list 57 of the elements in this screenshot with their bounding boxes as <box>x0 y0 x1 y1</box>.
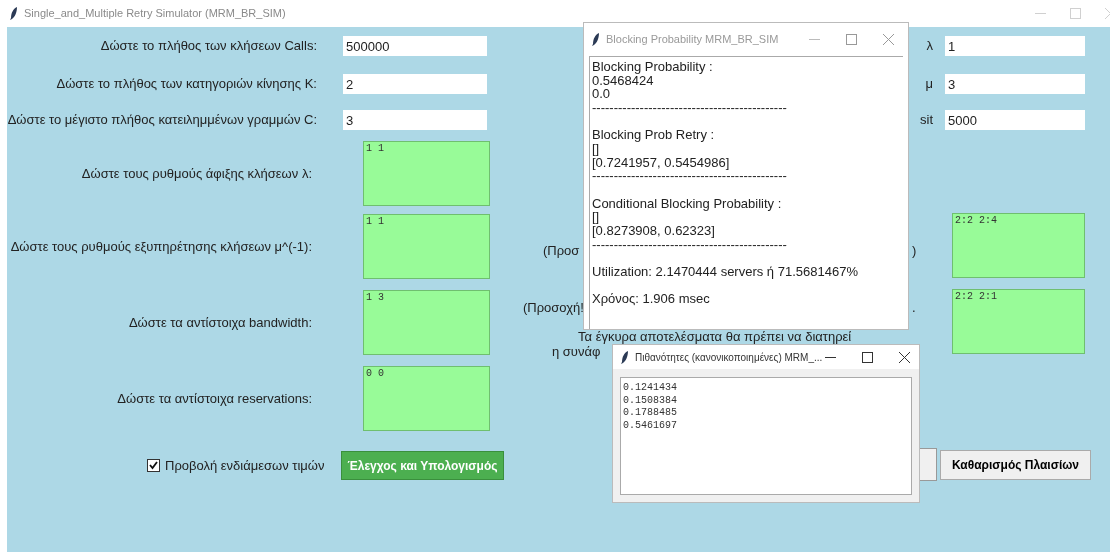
feather-icon <box>10 7 18 20</box>
input-field[interactable]: 500000 <box>343 36 487 56</box>
checkbox[interactable] <box>147 459 160 472</box>
output-text: Blocking Prob Retry : <box>592 128 716 142</box>
field-label: λ <box>926 37 933 56</box>
text-area[interactable]: 1 3 <box>363 290 490 355</box>
output-text: 0.5468424 <box>592 73 654 88</box>
output-text: 0.5461697 <box>623 419 678 432</box>
maximize-icon[interactable] <box>862 352 873 363</box>
input-field[interactable]: 5000 <box>945 110 1085 130</box>
text-area[interactable]: 2:2 2:4 <box>952 213 1085 278</box>
output-text: Conditional Blocking Probability : <box>592 196 783 211</box>
output-text: Χρόνος: 1.906 msec <box>592 292 711 306</box>
close-icon[interactable] <box>899 352 910 363</box>
output-text: 0.1241434 <box>623 382 678 395</box>
window-title: Single_and_Multiple Retry Simulator (MRM_BR_SIM) <box>24 6 286 22</box>
field-label: Δώστε τους ρυθμούς άφιξης κλήσεων λ: <box>80 164 312 183</box>
window-title: Πιθανότητες (κανονικοποιημένες) MRM_... <box>635 350 823 365</box>
text-area[interactable]: 1 1 <box>363 141 490 206</box>
output-text: Utilization: 2.1470444 servers ή 71.5681467% <box>592 264 859 279</box>
output-text: [0.7241957, 0.5454986] <box>592 155 731 170</box>
note-text: . <box>912 301 916 314</box>
output-text: [0.8273908, 0.62323] <box>592 224 716 238</box>
clear-button[interactable]: Καθαρισμός Πλαισίων <box>940 450 1091 480</box>
text-area[interactable]: 1 1 <box>363 214 490 279</box>
checkbox-label: Προβολή ενδιάμεσων τιμών <box>165 456 325 475</box>
input-field[interactable]: 3 <box>343 110 487 130</box>
note-text: (Προσ <box>543 244 580 257</box>
field-label: Δώστε τα αντίστοιχα reservations: <box>116 389 312 408</box>
separator-line: --------------------------------------------- <box>592 237 788 252</box>
field-label: Δώστε τους ρυθμούς εξυπηρέτησης κλήσεων μ^(-1): <box>9 237 312 256</box>
text-area[interactable]: 0 0 <box>363 366 490 431</box>
output-text: 0.1788485 <box>623 407 678 420</box>
note-text: ) <box>912 244 917 257</box>
field-label: Δώστε τα αντίστοιχα bandwidth: <box>127 313 312 332</box>
text-area[interactable]: 2:2 2:1 <box>952 289 1085 354</box>
output-text: Blocking Probability : <box>592 60 714 74</box>
feather-icon <box>621 350 629 364</box>
output-text: [] <box>592 142 600 156</box>
window-title: Blocking Probability MRM_BR_SIM <box>606 32 779 48</box>
input-field[interactable]: 1 <box>945 36 1085 56</box>
output-text: [] <box>592 210 601 225</box>
input-field[interactable]: 3 <box>945 74 1085 94</box>
field-label: Δώστε το πλήθος των κλήσεων Calls: <box>99 37 317 56</box>
feather-icon <box>592 33 600 46</box>
separator-line: --------------------------------------------- <box>592 169 788 184</box>
note-text: η συνάφ <box>552 345 601 358</box>
output-text: 0.0 <box>592 87 612 102</box>
input-field[interactable]: 2 <box>343 74 487 94</box>
note-text: Τα έγκυρα αποτελέσματα θα πρέπει να διατηρεί <box>578 330 852 343</box>
field-label: μ <box>925 75 933 94</box>
field-label: Δώστε το μέγιστο πλήθος κατειλημμένων γραμμών C: <box>6 111 317 130</box>
note-text: (Προσοχή! <box>523 301 584 314</box>
field-label: Δώστε το πλήθος των κατηγοριών κίνησης K: <box>55 75 317 94</box>
output-text: 0.1508384 <box>623 394 678 407</box>
field-label: sit <box>920 111 933 130</box>
separator-line: --------------------------------------------- <box>592 101 788 115</box>
